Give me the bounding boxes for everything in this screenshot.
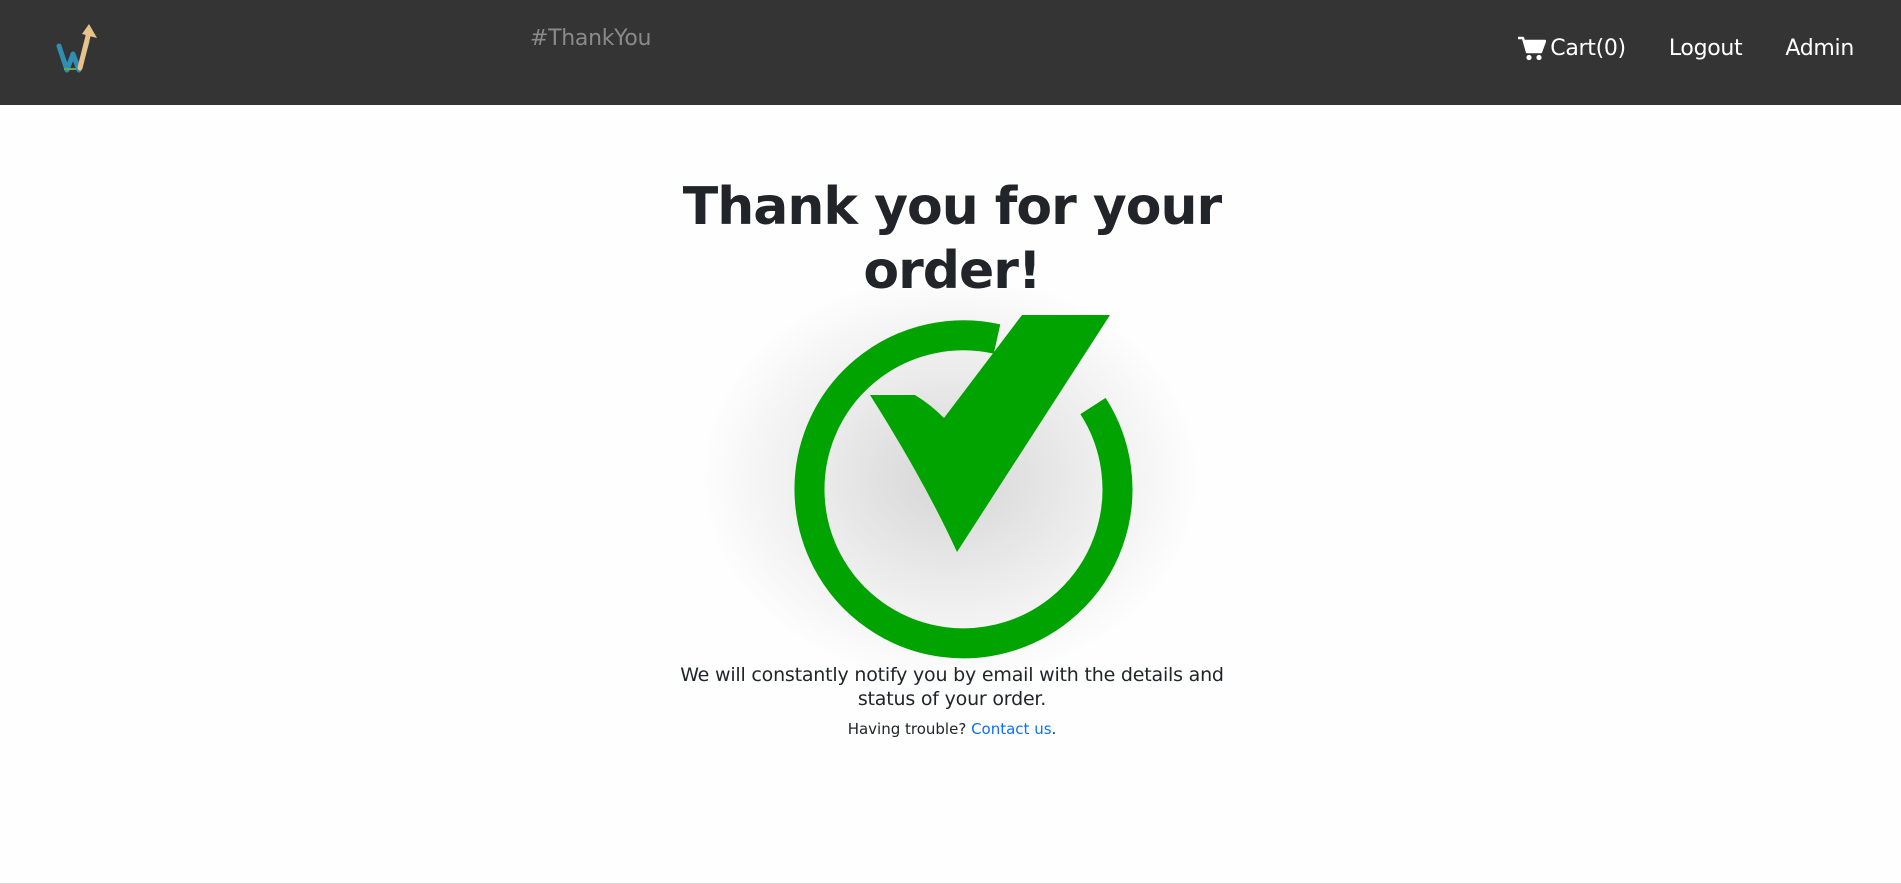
cart-link[interactable]: Cart(0): [1518, 36, 1626, 61]
help-suffix: .: [1051, 720, 1057, 738]
logo-link[interactable]: [56, 22, 102, 74]
growth-arrow-logo-icon: [56, 24, 97, 73]
help-text: Having trouble?: [847, 720, 967, 738]
shopping-cart-icon: [1518, 36, 1547, 61]
admin-link[interactable]: Admin: [1785, 36, 1854, 61]
order-notification-message: We will constantly notify you by email w…: [680, 664, 1224, 710]
top-navbar: #ThankYou Cart(0) Logout Admin: [0, 0, 1901, 105]
nav-links: Cart(0) Logout Admin: [1518, 36, 1854, 61]
logout-link[interactable]: Logout: [1669, 36, 1743, 61]
page-title: Thank you for your order!: [682, 177, 1222, 301]
main-content: Thank you for your order! We will consta…: [0, 105, 1901, 883]
cart-label: Cart(0): [1550, 36, 1626, 61]
checkmark-circle-icon: [700, 273, 1200, 683]
help-line: Having trouble? Contact us.: [650, 720, 1254, 738]
page-hashtag: #ThankYou: [530, 26, 652, 51]
contact-us-link[interactable]: Contact us: [971, 720, 1051, 738]
success-checkmark: [700, 273, 1202, 688]
